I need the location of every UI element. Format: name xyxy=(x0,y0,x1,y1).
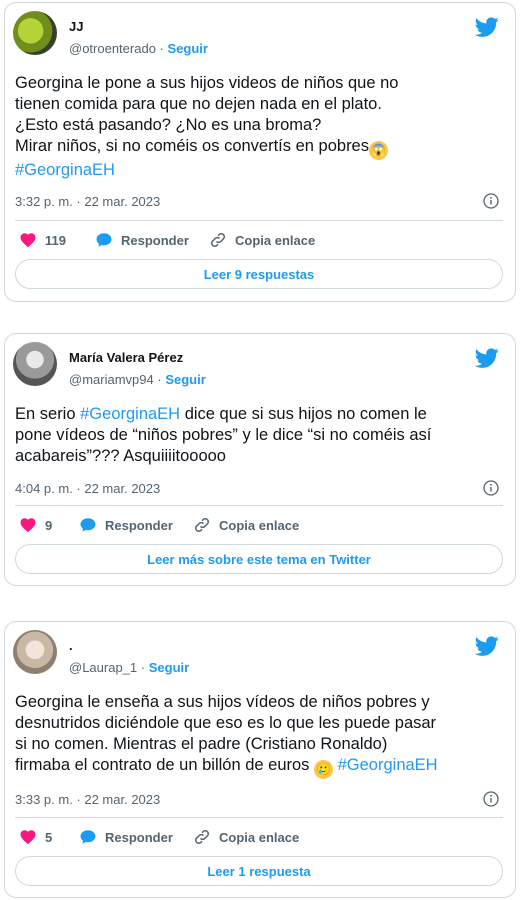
author-name[interactable]: JJ xyxy=(69,19,83,34)
reply-button[interactable]: Responder xyxy=(79,825,173,849)
reply-label: Responder xyxy=(121,232,189,248)
tweet-line: Georgina le enseña a sus hijos vídeos de… xyxy=(15,693,430,711)
tweet-header: JJ @otroenterado · Seguir xyxy=(13,11,505,59)
twitter-bird-icon[interactable] xyxy=(475,15,499,39)
twitter-bird-icon[interactable] xyxy=(475,634,499,658)
heart-icon xyxy=(20,830,36,845)
tweet-line-text: Mirar niños, si no coméis os convertís e… xyxy=(15,137,369,155)
tweet-line: si no comen. Mientras el padre (Cristian… xyxy=(15,735,388,753)
tweet-card: . @Laurap_1 · Seguir Georgina le enseña … xyxy=(4,621,516,898)
hashtag-link[interactable]: #GeorginaEH xyxy=(15,160,503,181)
divider xyxy=(15,220,503,221)
action-bar: 5 Responder Copia enlace xyxy=(15,825,503,849)
tweet-line: Mirar niños, si no coméis os convertís e… xyxy=(15,136,503,160)
like-button[interactable]: 9 xyxy=(19,513,52,537)
avatar[interactable] xyxy=(13,630,57,674)
tweet-line: acabareis”??? Asquiiiitooooo xyxy=(15,447,226,465)
like-count: 5 xyxy=(45,829,53,845)
separator: · xyxy=(157,372,162,387)
author-handle-row: @otroenterado · Seguir xyxy=(69,41,208,56)
hashtag-link[interactable]: #GeorginaEH xyxy=(338,756,438,774)
follow-link[interactable]: Seguir xyxy=(149,660,189,675)
copy-link-button[interactable]: Copia enlace xyxy=(193,513,299,537)
reply-label: Responder xyxy=(105,829,173,845)
twitter-bird-icon[interactable] xyxy=(475,346,499,370)
author-handle-row: @mariamvp94 · Seguir xyxy=(69,372,206,387)
like-button[interactable]: 119 xyxy=(19,228,66,252)
reply-bubble-icon xyxy=(80,830,96,844)
heart-icon xyxy=(20,518,36,533)
author-handle[interactable]: @mariamvp94 xyxy=(69,372,154,387)
like-count: 9 xyxy=(45,517,53,533)
author-handle[interactable]: @Laurap_1 xyxy=(69,660,137,675)
action-bar: 9 Responder Copia enlace xyxy=(15,513,503,537)
tweet-line-text: dice que si sus hijos no comen le xyxy=(180,405,427,423)
tweet-line: desnutridos diciéndole que eso es lo que… xyxy=(15,714,437,732)
read-replies-button[interactable]: Leer 9 respuestas xyxy=(15,259,503,289)
tweet-header: María Valera Pérez @mariamvp94 · Seguir xyxy=(13,342,505,390)
tweet-text: Georgina le enseña a sus hijos vídeos de… xyxy=(15,692,503,779)
reply-button[interactable]: Responder xyxy=(95,228,189,252)
author-name[interactable]: María Valera Pérez xyxy=(69,350,183,365)
copy-link-button[interactable]: Copia enlace xyxy=(193,825,299,849)
author-handle-row: @Laurap_1 · Seguir xyxy=(69,660,189,675)
tweet-line-text: En serio xyxy=(15,405,81,423)
like-count: 119 xyxy=(45,232,66,248)
info-icon[interactable] xyxy=(483,791,499,807)
tweet-line: Georgina le pone a sus hijos videos de n… xyxy=(15,74,399,92)
timestamp[interactable]: 3:33 p. m. · 22 mar. 2023 xyxy=(15,792,160,807)
avatar[interactable] xyxy=(13,11,57,55)
copy-link-label: Copia enlace xyxy=(235,232,316,248)
reply-button[interactable]: Responder xyxy=(79,513,173,537)
avatar[interactable] xyxy=(13,342,57,386)
follow-link[interactable]: Seguir xyxy=(165,372,205,387)
tweet-line: tienen comida para que no dejen nada en … xyxy=(15,95,382,113)
read-replies-button[interactable]: Leer 1 respuesta xyxy=(15,856,503,886)
follow-link[interactable]: Seguir xyxy=(168,41,208,56)
heart-icon xyxy=(20,233,36,248)
tweet-card: María Valera Pérez @mariamvp94 · Seguir … xyxy=(4,333,516,586)
info-icon[interactable] xyxy=(483,193,499,209)
divider xyxy=(15,505,503,506)
separator: · xyxy=(159,41,164,56)
link-icon xyxy=(194,517,210,533)
tweet-card: JJ @otroenterado · Seguir Georgina le po… xyxy=(4,2,516,302)
copy-link-button[interactable]: Copia enlace xyxy=(209,228,315,252)
action-bar: 119 Responder Copia enlace xyxy=(15,228,503,252)
tweet-text: En serio #GeorginaEH dice que si sus hij… xyxy=(15,404,503,467)
tweet-line: firmaba el contrato de un billón de euro… xyxy=(15,755,503,779)
timestamp[interactable]: 4:04 p. m. · 22 mar. 2023 xyxy=(15,481,160,496)
info-icon[interactable] xyxy=(483,480,499,496)
scared-face-emoji-icon: 😱 xyxy=(369,141,388,160)
face-holding-back-tears-emoji-icon: 🥲 xyxy=(314,760,334,779)
reply-label: Responder xyxy=(105,517,173,533)
copy-link-label: Copia enlace xyxy=(219,829,300,845)
reply-bubble-icon xyxy=(80,518,96,532)
tweet-line: pone vídeos de “niños pobres” y le dice … xyxy=(15,426,432,444)
copy-link-label: Copia enlace xyxy=(219,517,300,533)
hashtag-link[interactable]: #GeorginaEH xyxy=(80,405,180,423)
separator: · xyxy=(140,660,146,675)
tweet-line: ¿Esto está pasando? ¿No es una broma? xyxy=(15,116,322,134)
tweet-line-text: firmaba el contrato de un billón de euro… xyxy=(15,756,310,774)
tweet-line: En serio #GeorginaEH dice que si sus hij… xyxy=(15,404,503,425)
reply-bubble-icon xyxy=(96,233,112,247)
divider xyxy=(15,817,503,818)
author-handle[interactable]: @otroenterado xyxy=(69,41,156,56)
link-icon xyxy=(194,829,210,845)
tweet-text: Georgina le pone a sus hijos videos de n… xyxy=(15,73,503,181)
author-name[interactable]: . xyxy=(69,638,73,653)
tweet-header: . @Laurap_1 · Seguir xyxy=(13,630,505,678)
like-button[interactable]: 5 xyxy=(19,825,52,849)
timestamp[interactable]: 3:32 p. m. · 22 mar. 2023 xyxy=(15,194,160,209)
read-more-button[interactable]: Leer más sobre este tema en Twitter xyxy=(15,544,503,574)
link-icon xyxy=(210,232,226,248)
